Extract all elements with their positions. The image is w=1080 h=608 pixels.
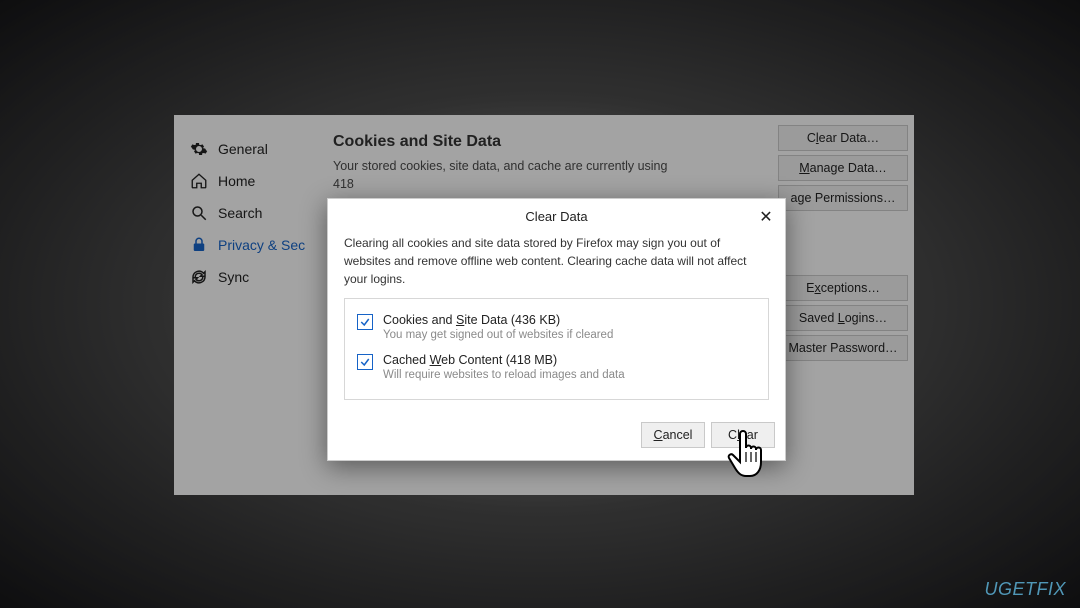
sidebar-item-label: Sync	[218, 269, 249, 285]
home-icon	[190, 172, 208, 190]
clear-data-dialog: Clear Data ✕ Clearing all cookies and si…	[327, 198, 786, 461]
sidebar-item-search[interactable]: Search	[190, 197, 319, 229]
option-subtitle: You may get signed out of websites if cl…	[383, 329, 613, 341]
clear-data-button[interactable]: Clear Data…	[778, 125, 908, 151]
checkbox-checked-icon[interactable]	[357, 314, 373, 330]
option-subtitle: Will require websites to reload images a…	[383, 369, 625, 381]
exceptions-button[interactable]: Exceptions…	[778, 275, 908, 301]
dialog-title: Clear Data ✕	[328, 199, 785, 234]
sync-icon	[190, 268, 208, 286]
manage-data-button[interactable]: Manage Data…	[778, 155, 908, 181]
dialog-footer: Cancel Clear	[328, 412, 785, 460]
sidebar-item-label: Home	[218, 173, 255, 189]
cancel-button[interactable]: Cancel	[641, 422, 705, 448]
clear-button[interactable]: Clear	[711, 422, 775, 448]
sidebar-item-general[interactable]: General	[190, 133, 319, 165]
saved-logins-button[interactable]: Saved Logins…	[778, 305, 908, 331]
option-title: Cached Web Content (418 MB)	[383, 353, 625, 367]
option-cookies[interactable]: Cookies and Site Data (436 KB) You may g…	[357, 309, 756, 349]
sidebar-item-privacy[interactable]: Privacy & Sec	[190, 229, 319, 261]
close-icon[interactable]: ✕	[757, 207, 775, 227]
sidebar-item-label: Search	[218, 205, 262, 221]
sidebar-item-home[interactable]: Home	[190, 165, 319, 197]
options-box: Cookies and Site Data (436 KB) You may g…	[344, 298, 769, 400]
option-title: Cookies and Site Data (436 KB)	[383, 313, 613, 327]
master-password-button[interactable]: Master Password…	[778, 335, 908, 361]
sidebar-item-label: General	[218, 141, 268, 157]
section-desc: Your stored cookies, site data, and cach…	[333, 157, 683, 193]
search-icon	[190, 204, 208, 222]
sidebar-item-label: Privacy & Sec	[218, 237, 305, 253]
button-column: Clear Data… Manage Data… age Permissions…	[778, 125, 908, 361]
dialog-description: Clearing all cookies and site data store…	[344, 234, 769, 288]
gear-icon	[190, 140, 208, 158]
option-cached[interactable]: Cached Web Content (418 MB) Will require…	[357, 349, 756, 389]
manage-permissions-button[interactable]: age Permissions…	[778, 185, 908, 211]
lock-icon	[190, 236, 208, 254]
watermark: UGETFIX	[984, 579, 1066, 600]
sidebar: General Home Search Privacy & Sec Sync	[174, 115, 319, 495]
dialog-title-text: Clear Data	[525, 209, 587, 224]
checkbox-checked-icon[interactable]	[357, 354, 373, 370]
sidebar-item-sync[interactable]: Sync	[190, 261, 319, 293]
dialog-body: Clearing all cookies and site data store…	[328, 234, 785, 412]
